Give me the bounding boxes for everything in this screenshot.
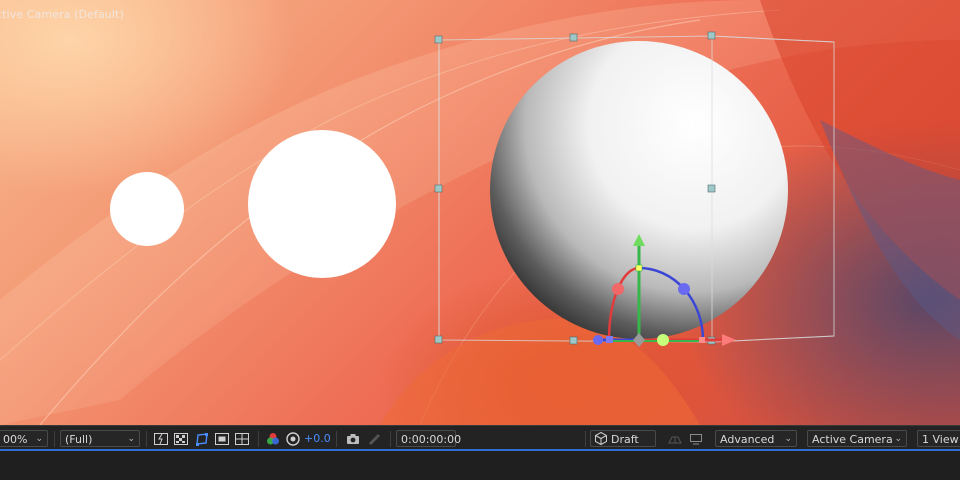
camera-view-dropdown[interactable]: Active Camera ... ⌄: [807, 430, 907, 463]
magnification-dropdown[interactable]: 00% ⌄: [0, 430, 48, 447]
reset-exposure-icon[interactable]: [285, 431, 301, 447]
snapshot-camera-icon[interactable]: [345, 431, 361, 447]
divider: [585, 431, 586, 447]
y-rotation-handle: [657, 334, 669, 346]
lower-panel: [0, 451, 960, 480]
z-rotation-handle: [678, 283, 690, 295]
x-axis-arrow: [722, 334, 736, 346]
chevron-down-icon: ⌄: [35, 434, 43, 444]
resolution-dropdown[interactable]: (Full) ⌄: [60, 430, 140, 447]
small-circle-layer[interactable]: [110, 172, 184, 246]
divider: [146, 431, 147, 447]
magnification-value: 00%: [3, 433, 28, 446]
channel-color-icon[interactable]: [265, 431, 281, 447]
viewer-toolbar: 00% ⌄ (Full) ⌄ +0.0 0:00:00:00 Draft Adv…: [0, 425, 960, 463]
divider: [258, 431, 259, 447]
chevron-down-icon: ⌄: [127, 434, 135, 444]
divider: [336, 431, 337, 447]
region-of-interest-icon[interactable]: [214, 431, 230, 447]
z-axis-handle: [593, 335, 603, 345]
3d-ground-plane-icon[interactable]: [667, 431, 683, 447]
grid-guides-icon[interactable]: [234, 431, 250, 447]
transparency-grid-icon[interactable]: [173, 431, 189, 447]
active-camera-label: ctive Camera (Default): [0, 8, 124, 21]
3d-renderer-dropdown[interactable]: Advanced 3D ⌄: [715, 430, 797, 463]
cube-icon: [594, 431, 608, 446]
divider: [390, 431, 391, 447]
draft-3d-toggle[interactable]: Draft 3D: [590, 430, 656, 463]
resolution-value: (Full): [65, 433, 93, 446]
view-layout-dropdown[interactable]: 1 View: [917, 430, 960, 447]
medium-circle-layer[interactable]: [248, 130, 396, 278]
extended-viewer-icon[interactable]: [688, 431, 704, 447]
mask-visibility-icon[interactable]: [194, 431, 210, 447]
fast-previews-icon[interactable]: [153, 431, 169, 447]
view-layout-value: 1 View: [922, 433, 959, 446]
chevron-down-icon: ⌄: [784, 434, 792, 444]
composition-viewer[interactable]: ctive Camera (Default): [0, 0, 960, 425]
divider: [54, 431, 55, 447]
current-time-field[interactable]: 0:00:00:00: [396, 430, 461, 447]
chevron-down-icon: ⌄: [894, 434, 902, 444]
viewer-canvas: [0, 0, 960, 425]
x-rotation-handle: [612, 283, 624, 295]
exposure-value[interactable]: +0.0: [304, 430, 331, 447]
show-snapshot-icon[interactable]: [366, 431, 382, 447]
